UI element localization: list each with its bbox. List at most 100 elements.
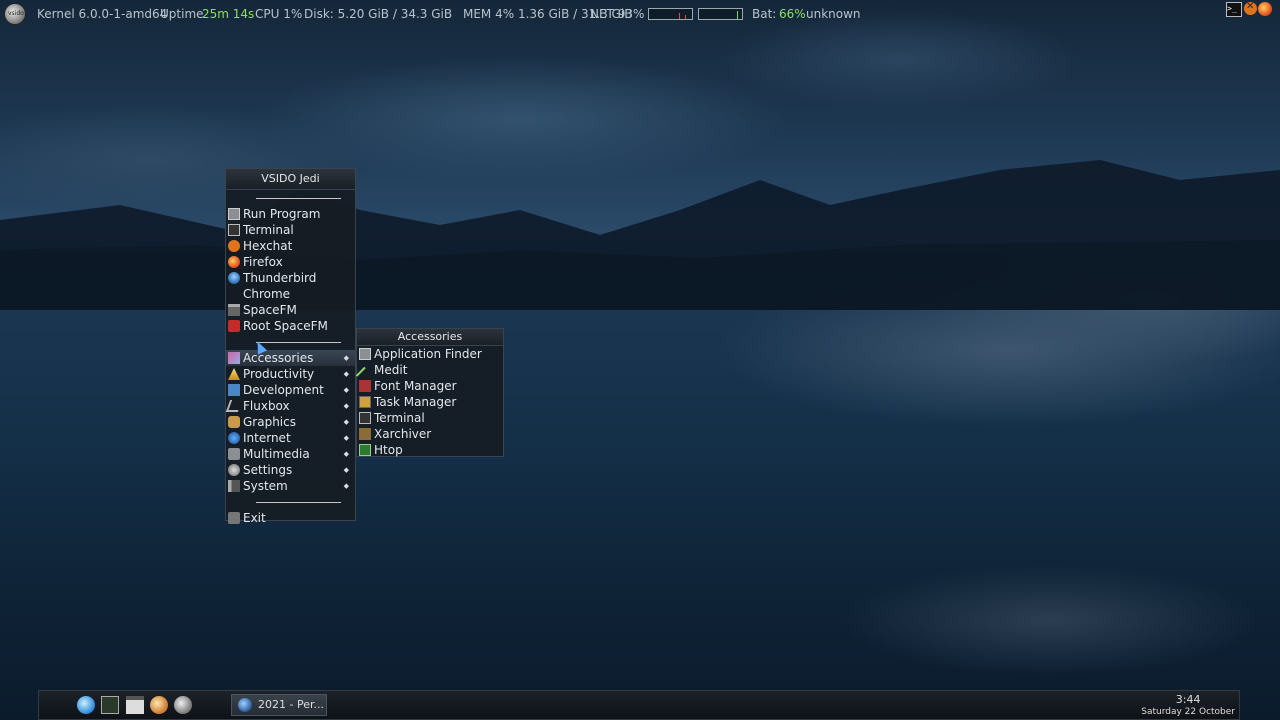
menu-item-terminal[interactable]: Terminal <box>226 222 355 238</box>
menu-item-label: Productivity <box>243 367 315 381</box>
submenu-item-label: Terminal <box>374 411 425 425</box>
submenu-arrow-icon: ◆ <box>343 386 349 394</box>
menu-item-label: Internet <box>243 431 291 445</box>
submenu-arrow-icon: ◆ <box>343 354 349 362</box>
menu-item-label: Hexchat <box>243 239 293 253</box>
menu-item-spacefm[interactable]: SpaceFM <box>226 302 355 318</box>
menu-item-label: Accessories <box>243 351 314 365</box>
submenu-item-application-finder[interactable]: Application Finder <box>357 346 503 362</box>
run-icon <box>228 208 240 220</box>
logo-text: vsido <box>8 10 24 17</box>
submenu-arrow-icon: ◆ <box>343 434 349 442</box>
root-menu-title: VSIDO Jedi <box>226 169 355 190</box>
disk-usage: Disk: 5.20 GiB / 34.3 GiB <box>304 7 453 21</box>
menu-item-multimedia[interactable]: Multimedia ◆ <box>226 446 355 462</box>
submenu-item-xarchiver[interactable]: Xarchiver <box>357 426 503 442</box>
tray-terminal-glyph: >_ <box>1227 4 1237 13</box>
menu-item-run-program[interactable]: Run Program <box>226 206 355 222</box>
menu-item-development[interactable]: Development ◆ <box>226 382 355 398</box>
submenu-item-label: Application Finder <box>374 347 482 361</box>
terminal-icon <box>359 412 371 424</box>
tray-firefox-icon[interactable] <box>1258 2 1272 16</box>
menu-item-exit[interactable]: Exit <box>226 510 355 526</box>
menu-item-root-spacefm[interactable]: Root SpaceFM <box>226 318 355 334</box>
submenu-item-label: Font Manager <box>374 379 457 393</box>
uptime-value: 25m 14s <box>202 7 255 21</box>
menu-separator <box>226 494 355 510</box>
taskbar-window-button[interactable]: 2021 - Per... <box>231 694 327 716</box>
menu-item-accessories[interactable]: Accessories ◆ <box>226 350 355 366</box>
submenu-arrow-icon: ◆ <box>343 450 349 458</box>
uptime-label: Uptime <box>160 7 204 21</box>
vsido-logo-icon[interactable]: vsido <box>4 3 26 25</box>
accessories-icon <box>228 352 240 364</box>
menu-item-system[interactable]: System ◆ <box>226 478 355 494</box>
submenu-title: Accessories <box>357 329 503 346</box>
tray-hexchat-icon[interactable] <box>1244 1 1257 15</box>
menu-separator <box>226 190 355 206</box>
menu-item-internet[interactable]: Internet ◆ <box>226 430 355 446</box>
menu-item-settings[interactable]: Settings ◆ <box>226 462 355 478</box>
submenu-item-terminal[interactable]: Terminal <box>357 410 503 426</box>
thunderbird-icon <box>228 272 240 284</box>
network-status: NET 93% <box>590 7 645 21</box>
kernel-info: Kernel 6.0.0-1-amd64 <box>37 7 168 21</box>
submenu-arrow-icon: ◆ <box>343 466 349 474</box>
menu-item-label: Firefox <box>243 255 283 269</box>
window-app-icon <box>238 698 252 712</box>
tray-terminal-icon[interactable]: >_ <box>1226 2 1242 17</box>
menu-item-productivity[interactable]: Productivity ◆ <box>226 366 355 382</box>
submenu-item-label: Task Manager <box>374 395 457 409</box>
menu-item-label: SpaceFM <box>243 303 297 317</box>
wallpaper-mountains <box>0 150 1280 310</box>
menu-item-label: Multimedia <box>243 447 310 461</box>
app-finder-icon <box>359 348 371 360</box>
launcher-image-viewer-icon[interactable] <box>150 696 168 714</box>
exit-icon <box>228 512 240 524</box>
htop-icon <box>359 444 371 456</box>
root-menu: VSIDO Jedi Run Program Terminal Hexchat … <box>225 168 356 525</box>
xarchiver-icon <box>359 428 371 440</box>
menu-item-label: Development <box>243 383 324 397</box>
bottom-panel: 2021 - Per... 3:44 Saturday 22 October <box>38 690 1240 720</box>
menu-item-label: Run Program <box>243 207 321 221</box>
menu-item-hexchat[interactable]: Hexchat <box>226 238 355 254</box>
menu-item-label: Graphics <box>243 415 296 429</box>
submenu-item-medit[interactable]: Medit <box>355 362 503 386</box>
font-manager-icon <box>359 380 371 392</box>
launcher-browser-icon[interactable] <box>77 696 95 714</box>
clock-time: 3:44 <box>1175 693 1201 706</box>
spacefm-icon <box>228 304 240 316</box>
submenu-item-task-manager[interactable]: Task Manager <box>357 394 503 410</box>
launcher-terminal-icon[interactable] <box>101 696 119 714</box>
menu-item-label: Thunderbird <box>243 271 317 285</box>
firefox-icon <box>228 256 240 268</box>
launcher-file-manager-icon[interactable] <box>126 696 144 714</box>
menu-separator <box>226 334 355 350</box>
menu-item-label: Terminal <box>243 223 294 237</box>
menu-item-label: Exit <box>243 511 266 525</box>
internet-icon <box>228 432 240 444</box>
launcher-vsido-icon[interactable] <box>174 696 192 714</box>
menu-item-firefox[interactable]: Firefox <box>226 254 355 270</box>
menu-item-fluxbox[interactable]: Fluxbox ◆ <box>225 398 355 414</box>
menu-item-chrome[interactable]: Chrome <box>226 286 355 302</box>
menu-item-graphics[interactable]: Graphics ◆ <box>226 414 355 430</box>
menu-item-label: Settings <box>243 463 293 477</box>
settings-icon <box>228 464 240 476</box>
fluxbox-icon <box>225 400 243 412</box>
conky-status-bar: vsido Kernel 6.0.0-1-amd64 Uptime 25m 14… <box>0 0 1280 26</box>
panel-clock[interactable]: 3:44 Saturday 22 October <box>1141 693 1235 718</box>
submenu-item-label: Xarchiver <box>374 427 432 441</box>
cpu-usage: CPU 1% <box>255 7 303 21</box>
terminal-icon <box>228 224 240 236</box>
net-down-graph <box>648 8 693 20</box>
menu-item-label: Chrome <box>243 287 291 301</box>
submenu-item-htop[interactable]: Htop <box>357 442 503 458</box>
graphics-icon <box>228 416 240 428</box>
submenu-item-font-manager[interactable]: Font Manager <box>357 378 503 394</box>
clock-date: Saturday 22 October <box>1141 707 1235 717</box>
submenu-arrow-icon: ◆ <box>343 418 349 426</box>
menu-item-thunderbird[interactable]: Thunderbird <box>226 270 355 286</box>
submenu-item-label: Htop <box>374 443 403 457</box>
